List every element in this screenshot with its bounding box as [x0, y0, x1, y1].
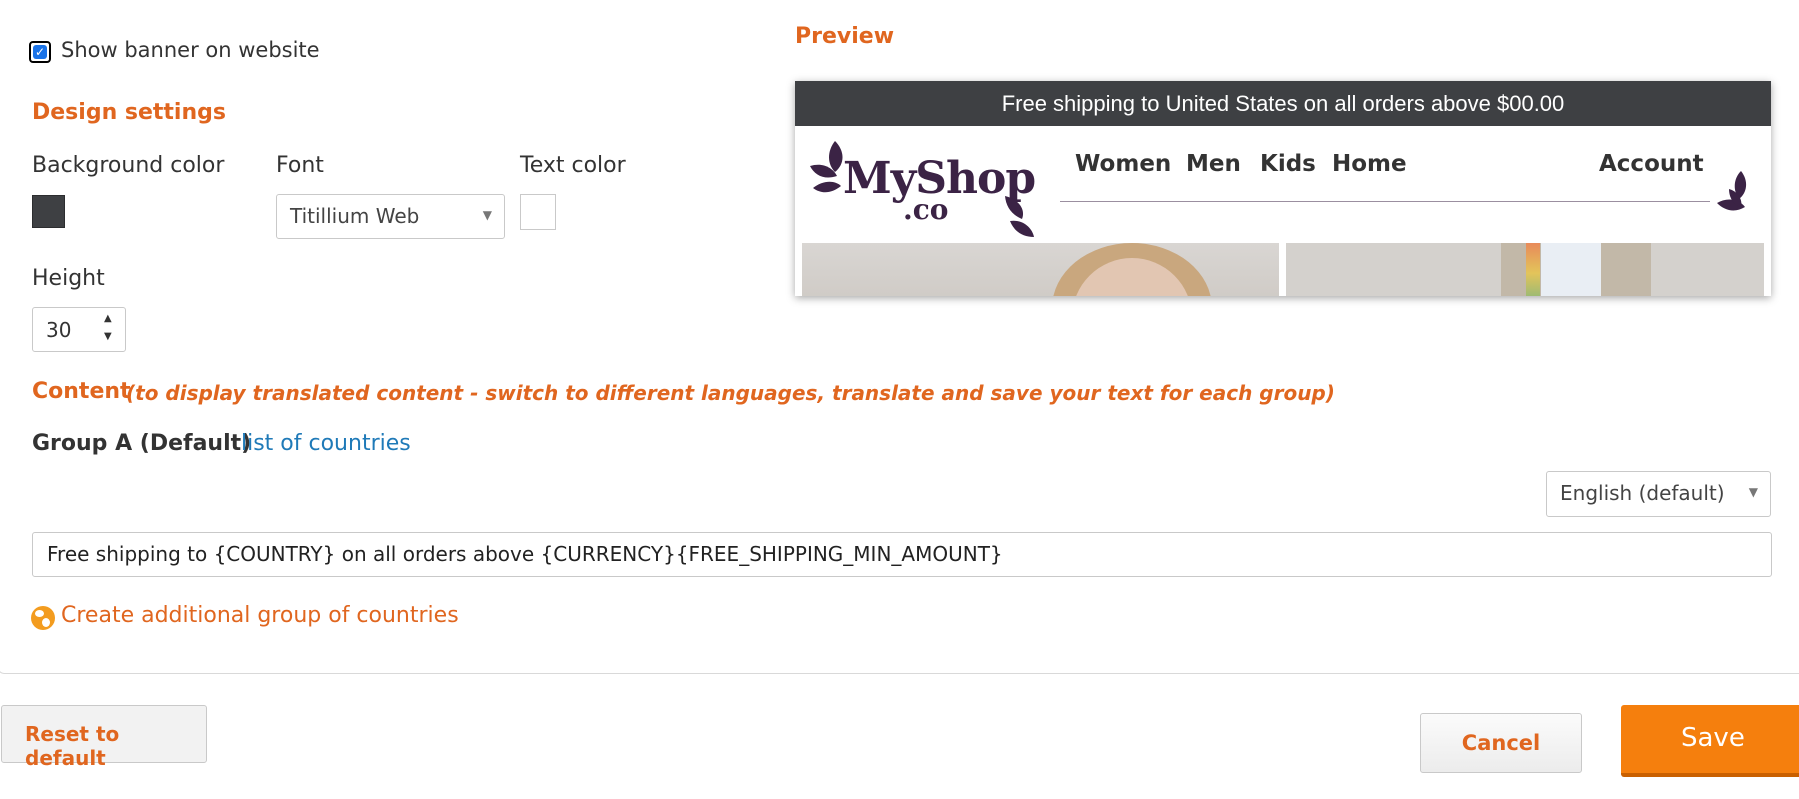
nav-kids: Kids [1260, 151, 1316, 177]
preview-photo-man [1286, 243, 1764, 296]
leaf-ornament-icon [1717, 171, 1747, 211]
font-select-value: Titillium Web [290, 204, 420, 228]
logo-sub: .co [903, 193, 949, 226]
leaf-ornament-icon [1005, 196, 1034, 237]
chevron-down-icon: ▼ [482, 208, 492, 222]
globe-icon [31, 606, 55, 630]
banner-text-value: Free shipping to {COUNTRY} on all orders… [47, 542, 1003, 566]
save-label: Save [1681, 723, 1745, 753]
save-button[interactable]: Save [1621, 705, 1799, 777]
nav-divider [1060, 201, 1710, 202]
decrement-arrow-icon[interactable]: ▼ [104, 331, 112, 342]
preview-photo-woman [802, 243, 1279, 296]
nav-account: Account [1599, 151, 1704, 177]
font-select[interactable]: Titillium Web ▼ [276, 194, 505, 239]
chevron-down-icon: ▼ [1748, 485, 1758, 499]
group-label: Group A (Default) [32, 431, 252, 456]
text-color-swatch[interactable] [520, 194, 556, 230]
language-select-value: English (default) [1560, 481, 1725, 505]
content-note: (to display translated content - switch … [126, 381, 1335, 405]
list-of-countries-link[interactable]: list of countries [241, 431, 411, 456]
background-color-swatch[interactable] [32, 195, 65, 228]
checkmark-icon: ✓ [33, 45, 47, 59]
cancel-button[interactable]: Cancel [1420, 713, 1582, 773]
nav-home: Home [1332, 151, 1407, 177]
show-banner-label[interactable]: Show banner on website [61, 38, 320, 62]
content-title: Content [32, 379, 131, 404]
nav-men: Men [1186, 151, 1241, 177]
language-select[interactable]: English (default) ▼ [1546, 471, 1771, 517]
show-banner-checkbox[interactable]: ✓ [29, 41, 51, 63]
preview-title: Preview [795, 24, 895, 49]
nav-women: Women [1075, 151, 1172, 177]
banner-text-input[interactable]: Free shipping to {COUNTRY} on all orders… [32, 532, 1772, 577]
height-value: 30 [46, 318, 72, 342]
banner-preview: Free shipping to United States on all or… [795, 81, 1771, 296]
text-color-label: Text color [520, 153, 626, 178]
height-label: Height [32, 266, 105, 291]
increment-arrow-icon[interactable]: ▲ [104, 313, 112, 324]
create-group-link[interactable]: Create additional group of countries [61, 603, 459, 628]
height-stepper[interactable]: 30 ▲ ▼ [32, 307, 126, 352]
design-settings-title: Design settings [32, 100, 226, 125]
reset-label: Reset to default [25, 722, 120, 770]
font-label: Font [276, 153, 324, 178]
cancel-label: Cancel [1461, 731, 1541, 755]
background-color-label: Background color [32, 153, 225, 178]
reset-to-default-button[interactable]: Reset to default [1, 705, 207, 770]
preview-banner-text: Free shipping to United States on all or… [795, 81, 1771, 126]
